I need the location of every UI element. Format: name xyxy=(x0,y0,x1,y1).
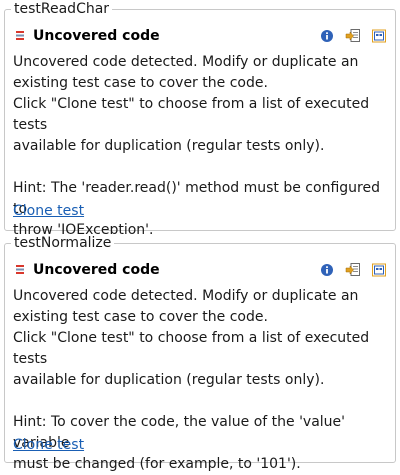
message-line: existing test case to cover the code. xyxy=(13,75,268,91)
test-group-testNormalize: testNormalize Uncovered code Uncovered c… xyxy=(4,234,396,472)
uncovered-code-icon xyxy=(16,265,24,274)
clone-icon[interactable] xyxy=(371,262,387,278)
goto-source-icon[interactable] xyxy=(345,262,361,278)
card-header: Uncovered code xyxy=(11,260,389,282)
info-icon[interactable] xyxy=(319,28,335,44)
message-line: Uncovered code detected. Modify or dupli… xyxy=(13,54,359,70)
message-line: available for duplication (regular tests… xyxy=(13,372,325,388)
group-title: testNormalize xyxy=(11,234,115,252)
info-icon[interactable] xyxy=(319,262,335,278)
group-title: testReadChar xyxy=(11,0,113,18)
clone-test-link[interactable]: Clone test xyxy=(13,436,84,454)
message-line: Click "Clone test" to choose from a list… xyxy=(13,330,370,367)
goto-source-icon[interactable] xyxy=(345,28,361,44)
card-title: Uncovered code xyxy=(33,262,160,278)
clone-test-link[interactable]: Clone test xyxy=(13,202,84,220)
clone-icon[interactable] xyxy=(371,28,387,44)
message-line: Click "Clone test" to choose from a list… xyxy=(13,96,370,133)
card-header: Uncovered code xyxy=(11,26,389,48)
message-line: Uncovered code detected. Modify or dupli… xyxy=(13,288,359,304)
test-group-testReadChar: testReadChar Uncovered code Uncovered co… xyxy=(4,0,396,238)
hint-line: must be changed (for example, to '101'). xyxy=(13,456,301,472)
message-line: existing test case to cover the code. xyxy=(13,309,268,325)
message-line: available for duplication (regular tests… xyxy=(13,138,325,154)
card-title: Uncovered code xyxy=(33,28,160,44)
uncovered-code-icon xyxy=(16,31,24,40)
